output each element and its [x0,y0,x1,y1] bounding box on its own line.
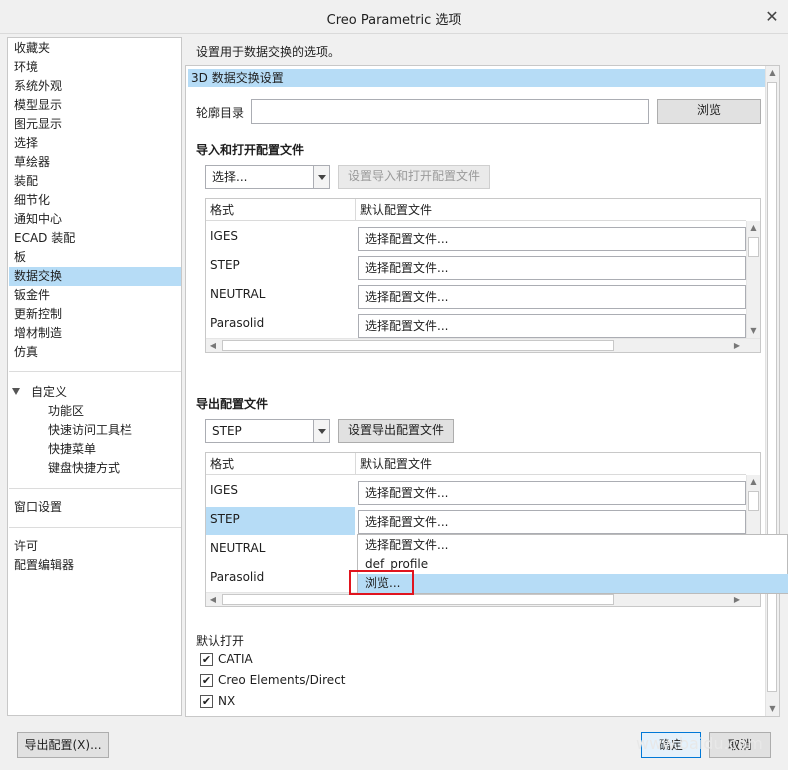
sidebar-item-window-settings[interactable]: 窗口设置 [14,498,62,517]
sidebar-item-sheetmetal[interactable]: 钣金件 [14,286,50,305]
sidebar-item-ribbon[interactable]: 功能区 [48,402,84,421]
column-header-default-profile: 默认配置文件 [356,453,746,475]
profile-select-cell[interactable]: 选择配置文件... [358,481,746,505]
checkbox-catia[interactable]: ✔ [200,653,213,666]
checkbox-label: NX [218,694,236,708]
sidebar-divider [9,488,181,489]
sidebar-item-assembly[interactable]: 装配 [14,172,38,191]
scroll-up-icon[interactable]: ▲ [766,66,779,80]
scroll-up-icon[interactable]: ▲ [747,475,760,489]
export-combo-value: STEP [212,424,242,438]
column-header-format: 格式 [206,453,356,475]
import-section-title: 导入和打开配置文件 [196,143,305,157]
scrollbar-thumb[interactable] [748,237,759,257]
scroll-down-icon[interactable]: ▼ [747,324,760,338]
sidebar-divider [9,371,181,372]
scroll-up-icon[interactable]: ▲ [747,221,760,235]
sidebar-item-sketcher[interactable]: 草绘器 [14,153,50,172]
scroll-right-icon[interactable]: ▶ [730,593,744,607]
close-icon[interactable]: ✕ [762,7,782,27]
sidebar-item-license[interactable]: 许可 [14,537,38,556]
import-profile-table: 格式 默认配置文件 IGES 选择配置文件... STEP 选择配置文件... … [205,198,761,353]
checkbox-label: Creo Elements/Direct [218,673,346,687]
sidebar-item-customize[interactable]: 自定义 [31,383,67,402]
dropdown-option-select-profile[interactable]: 选择配置文件... [358,536,788,555]
scroll-right-icon[interactable]: ▶ [730,339,744,353]
dropdown-option-browse[interactable]: 浏览... [358,574,788,593]
table-row-format: IGES [210,229,239,243]
scrollbar-thumb[interactable] [222,340,614,351]
sidebar-item-selection[interactable]: 选择 [14,134,38,153]
options-panel [185,65,780,717]
sidebar-item-favorites[interactable]: 收藏夹 [14,39,50,58]
table-row-format: NEUTRAL [210,541,266,555]
sidebar-item-data-exchange[interactable]: 数据交换 [9,267,181,286]
column-header-format: 格式 [206,199,356,221]
sidebar-item-system-appearance[interactable]: 系统外观 [14,77,62,96]
scrollbar-thumb[interactable] [222,594,614,605]
profile-dir-browse-button[interactable]: 浏览 [657,99,761,124]
checkbox-creo-elements-direct[interactable]: ✔ [200,674,213,687]
sidebar-item-quick-access-toolbar[interactable]: 快速访问工具栏 [48,421,132,440]
table-horizontal-scrollbar[interactable]: ◀ ▶ [206,338,760,352]
sidebar-item-keyboard-shortcuts[interactable]: 键盘快捷方式 [48,459,120,478]
chevron-down-icon[interactable] [313,420,329,442]
scroll-left-icon[interactable]: ◀ [206,593,220,607]
checkbox-label: CATIA [218,652,253,666]
table-row-format: Parasolid [210,316,265,330]
export-config-button[interactable]: 导出配置(X)... [17,732,109,758]
scrollbar-thumb[interactable] [748,491,759,511]
window-title: Creo Parametric 选项 [326,13,462,28]
profile-select-cell[interactable]: 选择配置文件... [358,227,746,251]
table-horizontal-scrollbar[interactable]: ◀ ▶ [206,592,760,606]
sidebar-divider [9,527,181,528]
scroll-left-icon[interactable]: ◀ [206,339,220,353]
scroll-down-icon[interactable]: ▼ [766,702,779,716]
import-combo-value: 选择... [212,170,248,184]
profile-select-cell[interactable]: 选择配置文件... [358,256,746,280]
profile-select-cell[interactable]: 选择配置文件... [358,314,746,338]
checkbox-nx[interactable]: ✔ [200,695,213,708]
column-header-default-profile: 默认配置文件 [356,199,746,221]
profile-dir-input[interactable] [251,99,649,124]
table-row-format: NEUTRAL [210,287,266,301]
sidebar-item-ecad-assembly[interactable]: ECAD 装配 [14,229,75,248]
sidebar-item-environment[interactable]: 环境 [14,58,38,77]
export-profile-combo[interactable]: STEP [205,419,330,443]
sidebar-item-config-editor[interactable]: 配置编辑器 [14,556,74,575]
default-open-title: 默认打开 [196,634,245,648]
table-row-format: IGES [210,483,239,497]
profile-dir-label: 轮廓目录 [196,106,245,120]
sidebar-item-board[interactable]: 板 [14,248,26,267]
sidebar-item-simulation[interactable]: 仿真 [14,343,38,362]
table-row-format-selected[interactable]: STEP [206,507,355,535]
watermark: www.baidu.com [636,734,763,753]
dropdown-option-def-profile[interactable]: def_profile [358,555,788,574]
import-profile-combo[interactable]: 选择... [205,165,330,189]
table-vertical-scrollbar[interactable]: ▲ ▼ [746,221,760,338]
chevron-down-icon[interactable] [313,166,329,188]
section-header: 3D 数据交换设置 [188,69,765,87]
highlight-box [349,570,414,595]
table-row-format: STEP [210,258,240,272]
table-row-format: Parasolid [210,570,265,584]
panel-scrollbar-thumb[interactable] [767,82,777,692]
profile-dropdown-list: 选择配置文件... def_profile 浏览... [357,534,788,594]
sidebar-item-model-display[interactable]: 模型显示 [14,96,62,115]
sidebar-item-entity-display[interactable]: 图元显示 [14,115,62,134]
sidebar-item-shortcut-menus[interactable]: 快捷菜单 [48,440,96,459]
sidebar-item-detailing[interactable]: 细节化 [14,191,50,210]
sidebar-item-additive-manufacturing[interactable]: 增材制造 [14,324,62,343]
export-section-title: 导出配置文件 [196,397,269,411]
set-import-profile-button[interactable]: 设置导入和打开配置文件 [338,165,490,189]
set-export-profile-button[interactable]: 设置导出配置文件 [338,419,454,443]
options-sidebar: 收藏夹 环境 系统外观 模型显示 图元显示 选择 草绘器 装配 细节化 通知中心… [7,37,182,716]
collapse-triangle-icon[interactable] [12,388,20,395]
page-description: 设置用于数据交换的选项。 [196,45,341,59]
profile-select-cell[interactable]: 选择配置文件... [358,285,746,309]
profile-select-cell[interactable]: 选择配置文件... [358,510,746,534]
sidebar-item-notification-center[interactable]: 通知中心 [14,210,62,229]
sidebar-item-update-control[interactable]: 更新控制 [14,305,62,324]
